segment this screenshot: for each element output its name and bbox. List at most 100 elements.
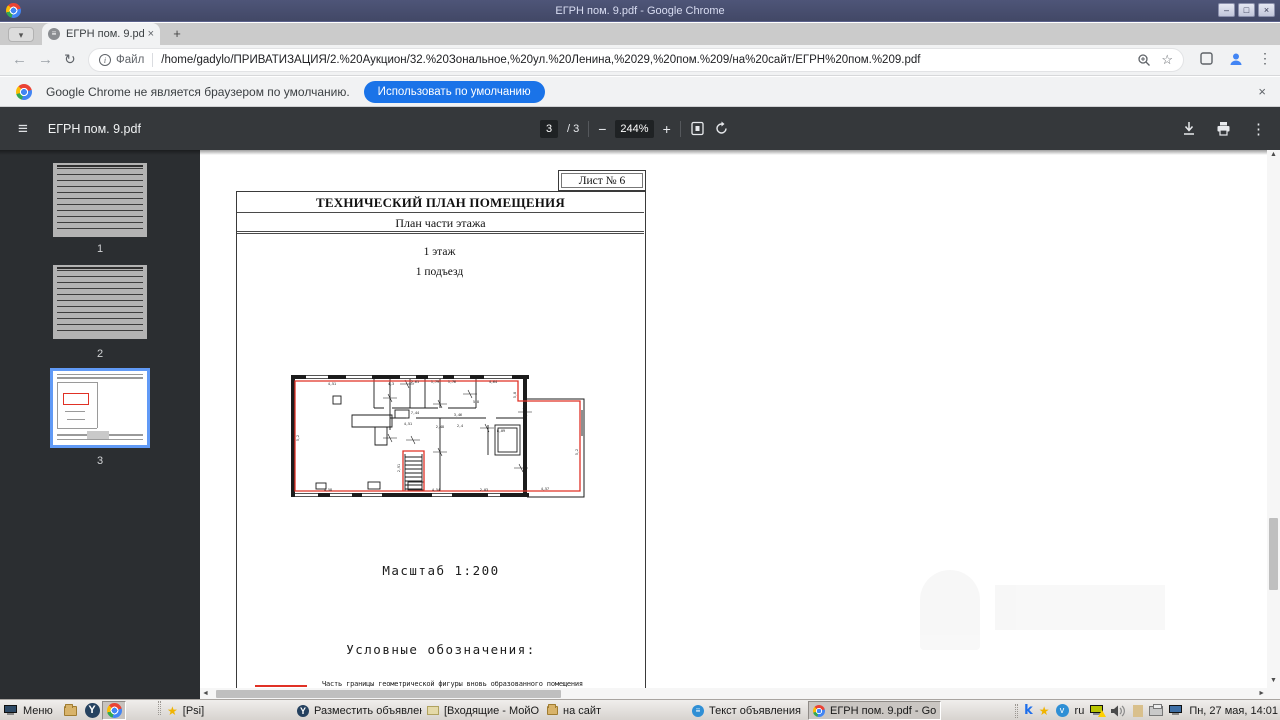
thumbnail-label-1: 1 (96, 243, 104, 255)
svg-text:2,4: 2,4 (457, 424, 463, 428)
task-psi[interactable]: ★ [Psi] (163, 701, 289, 720)
bookmark-star-icon[interactable]: ☆ (1161, 52, 1173, 68)
svg-text:3,46: 3,46 (454, 413, 462, 417)
minimize-button[interactable]: – (1218, 3, 1235, 17)
tray-separator (1015, 703, 1019, 718)
floor-plan-drawing: 4,51 4,3 2,61 1,79 1,76 4,64 5,2 5,2 2,91 7,44 4,5… (291, 375, 585, 498)
toolbar-divider (679, 120, 681, 137)
pdf-filename: ЕГРН пом. 9.pdf (47, 121, 141, 136)
url-text[interactable]: /home/gadylo/ПРИВАТИЗАЦИЯ/2.%20Аукцион/3… (161, 54, 1129, 66)
printer-tray-icon[interactable] (1149, 703, 1164, 716)
psi-icon: ★ (167, 703, 178, 718)
document-subtitle: План части этажа (237, 213, 644, 234)
svg-text:4,58: 4,58 (324, 488, 332, 492)
svg-text:4,51: 4,51 (328, 382, 336, 386)
svg-text:4,64: 4,64 (489, 380, 497, 384)
pdf-more-icon[interactable]: ⋮ (1251, 120, 1266, 138)
task-folder-na-sait[interactable]: на сайт (543, 701, 607, 720)
use-default-button[interactable]: Использовать по умолчанию (363, 80, 545, 103)
forward-icon[interactable]: → (38, 51, 53, 68)
thumbnail-page-1[interactable] (53, 163, 147, 237)
zoom-out-button[interactable]: − (598, 121, 606, 137)
volume-icon[interactable] (1110, 704, 1127, 718)
scroll-down-icon[interactable]: ▼ (1267, 677, 1280, 684)
svg-text:5,8: 5,8 (473, 400, 479, 404)
fit-to-page-icon[interactable] (690, 121, 705, 136)
computer-icon[interactable] (1169, 705, 1183, 716)
chrome-launcher[interactable] (102, 701, 126, 720)
task-inbox-myoffice[interactable]: [Входящие - МойОфис По... (423, 701, 543, 720)
thumbnail-label-2: 2 (96, 348, 104, 360)
page-total: / 3 (567, 122, 580, 135)
close-button[interactable]: × (1258, 3, 1275, 17)
scroll-up-icon[interactable]: ▲ (1267, 151, 1280, 158)
yandex-icon: Y (84, 703, 100, 718)
text-editor-icon: ≡ (692, 704, 704, 717)
address-bar[interactable]: i Файл /home/gadylo/ПРИВАТИЗАЦИЯ/2.%20Ау… (88, 48, 1184, 72)
rotate-icon[interactable] (714, 121, 729, 136)
task-egrn-chrome[interactable]: ЕГРН пом. 9.pdf - Google C... (808, 701, 941, 720)
zoom-page-icon[interactable] (1137, 53, 1151, 67)
tab-egrn-pdf[interactable]: ≡ ЕГРН пом. 9.pdf × (42, 23, 160, 45)
tab-search-chevron-icon[interactable]: ▾ (8, 27, 34, 42)
chrome-logo-icon (16, 83, 32, 100)
pdf-favicon-icon: ≡ (48, 28, 60, 40)
legend-red-line (255, 685, 307, 687)
pdf-menu-icon[interactable]: ≡ (18, 119, 28, 139)
vertical-scroll-thumb[interactable] (1269, 518, 1278, 590)
keyboard-layout-indicator[interactable]: ru (1075, 705, 1085, 717)
chip-divider (152, 53, 154, 67)
tray-star-icon[interactable]: ★ (1039, 704, 1050, 718)
file-manager-launcher[interactable] (58, 701, 82, 720)
floor-label: 1 этаж (423, 246, 456, 258)
toolbar-shadow (0, 150, 1280, 155)
yandex-browser-launcher[interactable]: Y (80, 701, 104, 720)
applications-menu-button[interactable]: Меню (4, 701, 53, 720)
open-in-app-icon[interactable] (1199, 51, 1214, 66)
horizontal-scroll-thumb[interactable] (216, 690, 561, 698)
reload-icon[interactable]: ↻ (64, 51, 76, 68)
chrome-icon (813, 704, 825, 717)
tab-close-icon[interactable]: × (148, 28, 154, 40)
svg-text:1,79: 1,79 (431, 380, 439, 384)
browser-menu-icon[interactable]: ⋮ (1258, 50, 1272, 67)
tray-messenger-icon[interactable]: v (1055, 704, 1069, 717)
new-tab-button[interactable]: + (168, 26, 186, 42)
folder-icon (63, 703, 77, 716)
zoom-level[interactable]: 244% (615, 119, 654, 138)
svg-text:5,2: 5,2 (296, 435, 300, 441)
vertical-scrollbar[interactable]: ▲ ▼ (1267, 150, 1280, 688)
maximize-button[interactable]: □ (1238, 3, 1255, 17)
display-settings-icon[interactable] (1090, 705, 1107, 717)
infobar-close-icon[interactable]: × (1258, 84, 1266, 99)
print-icon[interactable] (1216, 121, 1231, 136)
task-place-ad[interactable]: Y Разместить объявление ... (293, 701, 426, 720)
scroll-left-icon[interactable]: ◄ (202, 690, 209, 697)
thumbnail-page-3-selected[interactable] (50, 368, 150, 448)
svg-text:2,03: 2,03 (480, 488, 488, 492)
svg-text:5,8: 5,8 (513, 392, 517, 398)
scroll-right-icon[interactable]: ► (1258, 690, 1265, 697)
thumbnail-page-2[interactable] (53, 265, 147, 339)
svg-text:1,76: 1,76 (448, 380, 456, 384)
task-ad-text[interactable]: ≡ Текст объявления для ЦИ... (688, 701, 808, 720)
clock[interactable]: Пн, 27 мая, 14:01 (1189, 705, 1278, 717)
svg-text:2,91: 2,91 (397, 464, 401, 472)
infobar-message: Google Chrome не является браузером по у… (46, 84, 350, 99)
back-icon[interactable]: ← (12, 51, 27, 68)
svg-text:4,3: 4,3 (388, 382, 394, 386)
page-number-input[interactable]: 3 (540, 119, 558, 138)
zoom-in-button[interactable]: + (663, 121, 671, 137)
menu-label: Меню (23, 704, 53, 717)
sheet-number-box: Лист № 6 (558, 170, 646, 191)
pdf-page: Лист № 6 ТЕХНИЧЕСКИЙ ПЛАН ПОМЕЩЕНИЯ План… (200, 150, 1267, 688)
page-info-icon[interactable]: i (99, 54, 111, 66)
svg-text:8,09: 8,09 (497, 429, 505, 433)
profile-avatar-icon[interactable] (1228, 51, 1244, 67)
screen: ЕГРН пом. 9.pdf - Google Chrome – □ × ▾ … (0, 0, 1280, 720)
svg-text:2,48: 2,48 (436, 425, 444, 429)
clipboard-icon[interactable] (1133, 704, 1144, 717)
tray-k-icon[interactable]: k (1024, 703, 1033, 718)
scheme-chip[interactable]: Файл (116, 54, 144, 66)
download-icon[interactable] (1182, 121, 1196, 136)
